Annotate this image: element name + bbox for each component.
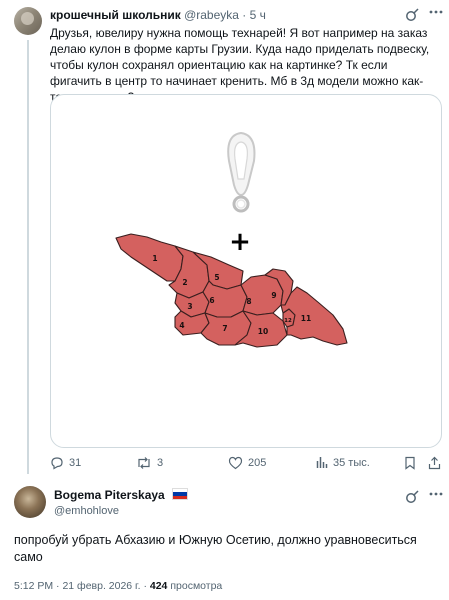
bookmark-icon: [404, 456, 416, 470]
russia-flag-icon: [172, 488, 189, 500]
like-icon: [228, 456, 243, 470]
region-label: 3: [187, 302, 192, 311]
region-label: 5: [214, 273, 219, 282]
avatar[interactable]: [14, 7, 42, 35]
region-8: [240, 274, 284, 316]
repost-icon: [136, 456, 152, 470]
reply-time[interactable]: 5:12 PM: [14, 580, 53, 592]
time-separator: ·: [242, 8, 247, 22]
like-count: 205: [248, 457, 267, 469]
grok-icon[interactable]: [405, 8, 419, 25]
reply-date[interactable]: 21 февр. 2026 г.: [62, 580, 140, 592]
views-button[interactable]: 35 тыс.: [316, 456, 370, 469]
meta-separator: ·: [56, 580, 60, 592]
reply-meta: 5:12 PM · 21 февр. 2026 г. · 424 просмот…: [14, 580, 222, 592]
avatar[interactable]: [14, 486, 46, 518]
region-label: 9: [271, 291, 276, 300]
region-label: 12: [284, 318, 292, 324]
more-icon[interactable]: [428, 486, 444, 507]
reply-author-handle[interactable]: @emhohlove: [54, 505, 119, 517]
views-icon: [316, 456, 328, 469]
reply-count: 31: [69, 457, 82, 469]
tweet-text: Друзья, ювелиру нужна помощь технарей! Я…: [50, 26, 430, 104]
reply-text: попробуй убрать Абхазию и Южную Осетию, …: [14, 533, 417, 564]
repost-count: 3: [157, 457, 164, 469]
tweet-header: крошечный школьник @rabeyka · 5 ч: [50, 8, 266, 22]
meta-separator: ·: [143, 580, 147, 592]
region-label: 4: [179, 321, 184, 330]
region-label: 8: [246, 297, 251, 306]
author-handle[interactable]: @rabeyka: [184, 8, 239, 22]
views-count: 35 тыс.: [333, 456, 370, 469]
repost-button[interactable]: 3: [136, 456, 163, 470]
grok-icon[interactable]: [405, 490, 419, 507]
bookmark-button[interactable]: [404, 456, 416, 470]
reply-views-label: просмотра: [170, 580, 223, 592]
reply-author-name[interactable]: Bogema Piterskaya: [54, 488, 165, 502]
author-name[interactable]: крошечный школьник: [50, 8, 181, 22]
plus-sign: +: [229, 227, 251, 257]
tweet-actions: 31 3 205 35 тыс.: [50, 456, 441, 474]
region-label: 10: [258, 327, 268, 336]
reply-views-count: 424: [149, 580, 168, 592]
region-label: 2: [182, 278, 187, 287]
like-button[interactable]: 205: [228, 456, 266, 470]
more-icon[interactable]: [428, 4, 444, 25]
thread-line: [27, 40, 29, 474]
tweet-image[interactable]: + 1 2 3 4 5 6 7 8 9 10 11 12: [50, 94, 442, 448]
share-button[interactable]: [428, 456, 441, 470]
pendant-bail-icon: [227, 131, 256, 213]
share-icon: [428, 456, 441, 470]
region-1: [115, 233, 184, 282]
map-illustration: + 1 2 3 4 5 6 7 8 9 10 11 12: [115, 131, 348, 348]
region-label: 6: [209, 296, 214, 305]
reply-button[interactable]: 31: [50, 456, 81, 470]
region-label: 7: [222, 324, 227, 333]
region-label: 1: [152, 254, 157, 263]
reply-icon: [50, 456, 64, 470]
reply-author-row: Bogema Piterskaya: [54, 488, 189, 502]
region-label: 11: [301, 314, 311, 323]
tweet-time[interactable]: 5 ч: [250, 8, 266, 22]
